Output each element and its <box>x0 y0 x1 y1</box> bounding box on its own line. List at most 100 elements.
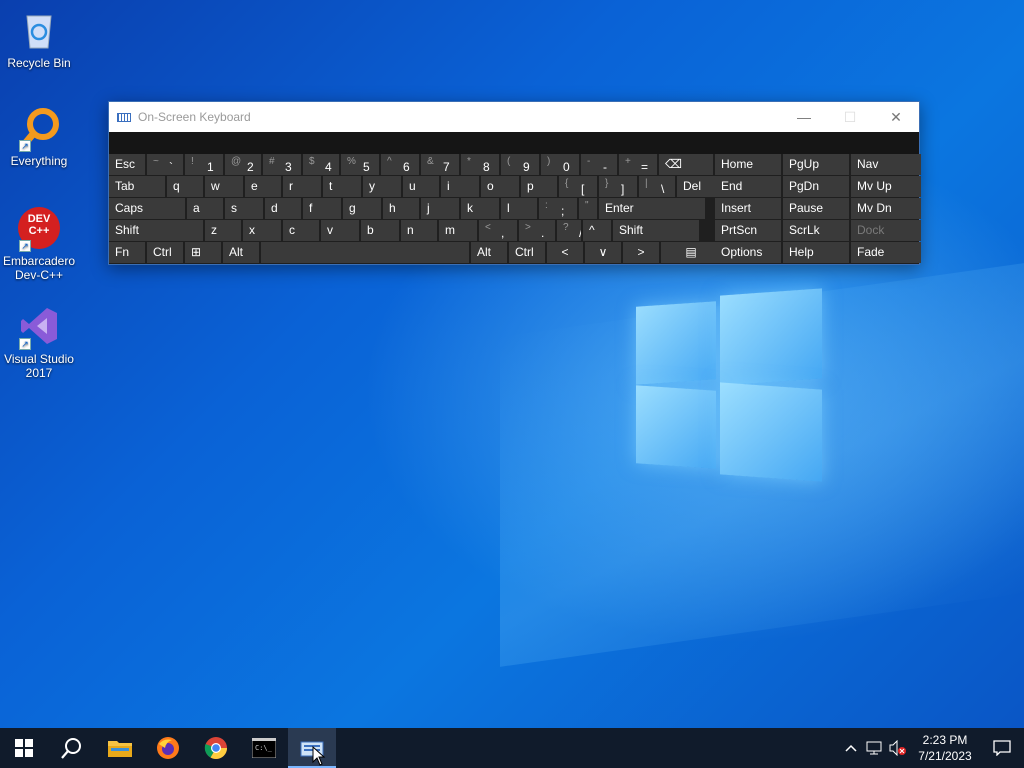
key-row4[interactable]: z <box>205 220 241 241</box>
key-row1[interactable]: #3 <box>263 154 301 175</box>
key-row1[interactable]: @2 <box>225 154 261 175</box>
desktop-icon-recycle-bin[interactable]: Recycle Bin <box>2 8 76 70</box>
volume-button[interactable] <box>886 728 910 768</box>
key-row2[interactable]: t <box>323 176 361 197</box>
key-row4[interactable]: v <box>321 220 359 241</box>
key-row5[interactable]: Alt <box>223 242 259 263</box>
chrome-button[interactable] <box>192 728 240 768</box>
show-hidden-icons-button[interactable] <box>840 728 862 768</box>
key-row1[interactable]: ~ ` <box>147 154 183 175</box>
key-nav[interactable]: Mv Dn <box>851 198 921 219</box>
key-row2[interactable]: w <box>205 176 243 197</box>
key-row4[interactable]: Shift <box>613 220 699 241</box>
key-row3[interactable]: Caps <box>109 198 185 219</box>
key-row1[interactable]: * 8 <box>461 154 499 175</box>
key-row1[interactable]: $4 <box>303 154 339 175</box>
key-row3[interactable]: j <box>421 198 459 219</box>
key-nav[interactable]: Help <box>783 242 849 263</box>
key-row3[interactable]: k <box>461 198 499 219</box>
key-row2[interactable]: i <box>441 176 479 197</box>
key-row1[interactable]: -- <box>581 154 617 175</box>
key-row4[interactable]: x <box>243 220 281 241</box>
key-row5[interactable]: Ctrl <box>147 242 183 263</box>
key-nav[interactable]: Options <box>715 242 781 263</box>
key-row1[interactable]: ^ 6 <box>381 154 419 175</box>
key-row3[interactable]: s <box>225 198 263 219</box>
key-row4[interactable]: n <box>401 220 437 241</box>
key-row5[interactable]: Fn <box>109 242 145 263</box>
key-nav[interactable]: PrtScn <box>715 220 781 241</box>
window-title-bar[interactable]: On-Screen Keyboard — ☐ ✕ <box>109 102 919 132</box>
key-nav[interactable]: End <box>715 176 781 197</box>
key-row2[interactable]: q <box>167 176 203 197</box>
key-row2[interactable]: p <box>521 176 557 197</box>
network-button[interactable] <box>862 728 886 768</box>
key-row3[interactable]: "' <box>579 198 597 219</box>
desktop-icon-everything[interactable]: ↗ Everything <box>2 106 76 168</box>
key-nav[interactable]: Dock <box>851 220 921 241</box>
key-row2[interactable]: u <box>403 176 439 197</box>
key-nav[interactable]: ScrLk <box>783 220 849 241</box>
minimize-button[interactable]: — <box>781 102 827 132</box>
key-row5[interactable]: > <box>623 242 659 263</box>
key-row1[interactable]: ! 1 <box>185 154 223 175</box>
key-row1[interactable]: (9 <box>501 154 539 175</box>
key-nav[interactable]: Nav <box>851 154 921 175</box>
key-row4[interactable]: ?/ <box>557 220 581 241</box>
desktop-icon-devcpp[interactable]: DEV C++ ↗ Embarcadero Dev-C++ <box>2 206 76 282</box>
key-nav[interactable]: PgUp <box>783 154 849 175</box>
key-nav[interactable]: Home <box>715 154 781 175</box>
key-row2[interactable]: | \ <box>639 176 675 197</box>
desktop-icon-visual-studio[interactable]: ↗ Visual Studio 2017 <box>2 304 76 380</box>
key-row4[interactable]: m <box>439 220 477 241</box>
key-row1[interactable]: ⌫ <box>659 154 713 175</box>
key-nav[interactable]: Mv Up <box>851 176 921 197</box>
key-nav[interactable]: Fade <box>851 242 921 263</box>
key-row3[interactable]: Enter <box>599 198 705 219</box>
start-button[interactable] <box>0 728 48 768</box>
key-nav[interactable]: Pause <box>783 198 849 219</box>
key-row4[interactable]: Shift <box>109 220 203 241</box>
key-row3[interactable]: :; <box>539 198 577 219</box>
key-row5[interactable]: Ctrl <box>509 242 545 263</box>
key-row4[interactable]: ^ <box>583 220 611 241</box>
key-row1[interactable]: % 5 <box>341 154 379 175</box>
key-row2[interactable]: e <box>245 176 281 197</box>
key-row5[interactable]: Alt <box>471 242 507 263</box>
file-explorer-button[interactable] <box>96 728 144 768</box>
key-row4[interactable]: b <box>361 220 399 241</box>
key-row5[interactable]: ▤ <box>661 242 721 263</box>
key-row4[interactable]: c <box>283 220 319 241</box>
key-row2[interactable]: o <box>481 176 519 197</box>
key-row4[interactable]: >. <box>519 220 555 241</box>
maximize-button[interactable]: ☐ <box>827 102 873 132</box>
key-row4[interactable]: <, <box>479 220 517 241</box>
key-row1[interactable]: & 7 <box>421 154 459 175</box>
key-row5[interactable]: ∨ <box>585 242 621 263</box>
key-row3[interactable]: l <box>501 198 537 219</box>
key-row3[interactable]: a <box>187 198 223 219</box>
key-row1[interactable]: Esc <box>109 154 145 175</box>
key-row3[interactable]: g <box>343 198 381 219</box>
key-row5[interactable] <box>261 242 469 263</box>
key-nav[interactable]: Insert <box>715 198 781 219</box>
key-row2[interactable]: r <box>283 176 321 197</box>
command-prompt-button[interactable]: C:\_ <box>240 728 288 768</box>
key-row1[interactable]: ) 0 <box>541 154 579 175</box>
key-row3[interactable]: d <box>265 198 301 219</box>
close-button[interactable]: ✕ <box>873 102 919 132</box>
key-row2[interactable]: Tab <box>109 176 165 197</box>
key-row3[interactable]: h <box>383 198 419 219</box>
key-row3[interactable]: f <box>303 198 341 219</box>
key-row1[interactable]: + = <box>619 154 657 175</box>
key-row5[interactable]: < <box>547 242 583 263</box>
key-row2[interactable]: {[ <box>559 176 597 197</box>
firefox-button[interactable] <box>144 728 192 768</box>
search-button[interactable] <box>48 728 96 768</box>
key-row2[interactable]: }] <box>599 176 637 197</box>
action-center-button[interactable] <box>980 728 1024 768</box>
key-nav[interactable]: PgDn <box>783 176 849 197</box>
on-screen-keyboard-window[interactable]: On-Screen Keyboard — ☐ ✕ Esc ~ `! 1 @2 #3 $4% 5… <box>108 101 921 265</box>
clock[interactable]: 2:23 PM 7/21/2023 <box>910 732 980 764</box>
key-row5[interactable]: ⊞ <box>185 242 221 263</box>
